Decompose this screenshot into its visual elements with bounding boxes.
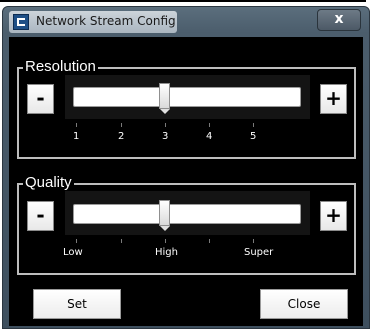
resolution-group-label: Resolution	[23, 57, 98, 77]
resolution-slider-thumb[interactable]	[159, 83, 170, 109]
quality-group: Quality - + Low High Super	[17, 173, 356, 275]
window-title: Network Stream Config	[36, 14, 176, 28]
quality-group-label: Quality	[23, 173, 74, 193]
set-button[interactable]: Set	[33, 289, 121, 319]
screenshot-top-line	[0, 0, 366, 2]
resolution-increase-button[interactable]: +	[320, 84, 347, 114]
quality-tick-label: High	[155, 247, 178, 258]
resolution-tick	[165, 123, 166, 127]
quality-tick	[165, 239, 166, 243]
quality-slider-thumb[interactable]	[159, 200, 170, 226]
resolution-tick-label: 4	[206, 131, 213, 142]
quality-tick-label: Super	[244, 247, 274, 258]
resolution-tick-label: 5	[250, 131, 257, 142]
app-icon	[13, 14, 29, 30]
title-bar[interactable]: Network Stream Config x	[3, 7, 369, 37]
quality-thumb-pointer	[160, 226, 170, 231]
close-button[interactable]: Close	[260, 289, 348, 319]
resolution-group: Resolution - + 1 2 3 4 5	[17, 57, 356, 159]
quality-decrease-button[interactable]: -	[27, 201, 54, 231]
resolution-tick	[253, 123, 254, 127]
resolution-thumb-pointer	[160, 109, 170, 114]
resolution-slider-track[interactable]	[73, 87, 301, 107]
resolution-tick-label: 3	[162, 131, 169, 142]
dialog-client-area: Resolution - + 1 2 3 4 5 Quality - + Low…	[9, 37, 363, 326]
resolution-tick-label: 1	[73, 131, 80, 142]
window-close-button[interactable]: x	[317, 9, 361, 31]
quality-tick	[76, 239, 77, 243]
resolution-decrease-button[interactable]: -	[27, 84, 54, 114]
quality-slider-track[interactable]	[73, 204, 301, 224]
quality-increase-button[interactable]: +	[320, 201, 347, 231]
resolution-tick-label: 2	[118, 131, 125, 142]
screenshot-top-edge	[0, 0, 374, 3]
dialog-window: Network Stream Config x Resolution - + 1…	[2, 6, 370, 329]
resolution-tick	[209, 123, 210, 127]
resolution-tick	[76, 123, 77, 127]
quality-tick	[121, 239, 122, 243]
quality-tick	[253, 239, 254, 243]
quality-tick-label: Low	[63, 247, 83, 258]
quality-tick	[209, 239, 210, 243]
resolution-tick	[121, 123, 122, 127]
